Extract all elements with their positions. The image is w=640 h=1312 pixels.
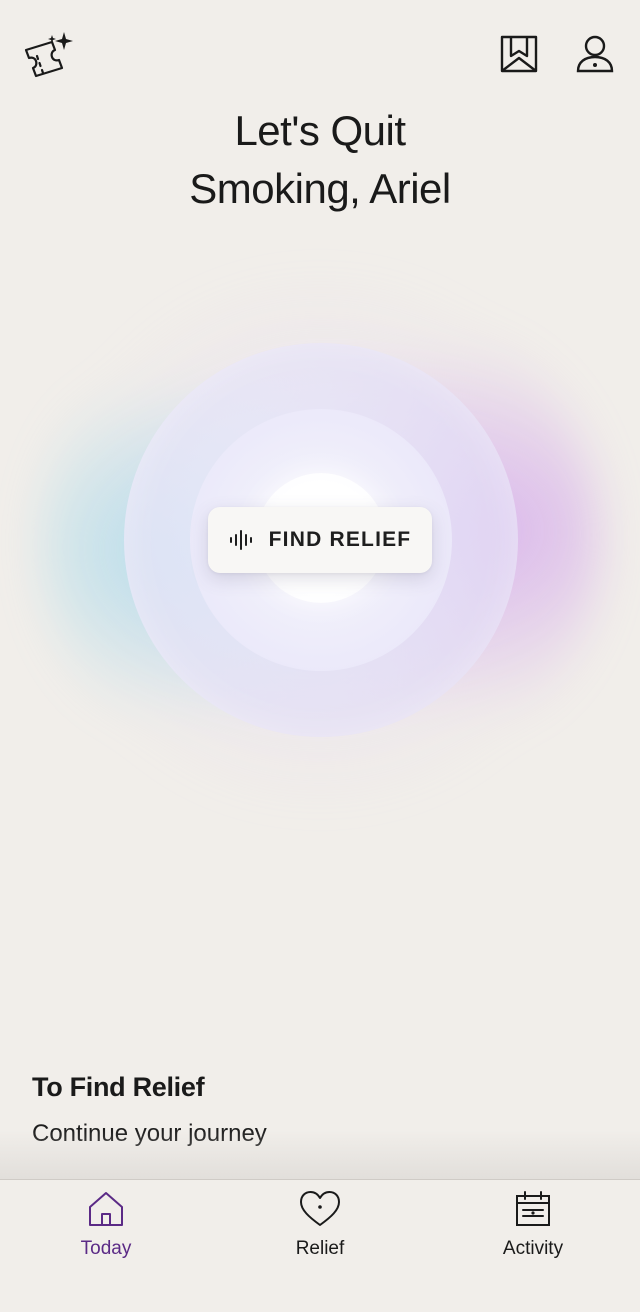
section-title: To Find Relief <box>32 1072 205 1102</box>
greeting-line-1: Let's Quit <box>234 107 406 154</box>
nav-item-relief[interactable]: Relief <box>250 1188 390 1278</box>
greeting-line-2: Smoking, Ariel <box>189 165 451 212</box>
audio-wave-icon <box>229 530 252 550</box>
nav-item-today[interactable]: Today <box>36 1188 176 1278</box>
calendar-icon <box>516 1191 550 1226</box>
today-screen: Let's Quit Smoking, Ariel FIND RELIEF To… <box>0 0 640 1312</box>
find-relief-button[interactable]: FIND RELIEF <box>208 507 432 573</box>
heart-icon <box>300 1191 340 1226</box>
find-relief-label: FIND RELIEF <box>268 528 412 551</box>
nav-label-today: Today <box>80 1238 132 1259</box>
bookmark-icon <box>500 35 538 73</box>
page-title: Let's Quit Smoking, Ariel <box>0 102 640 218</box>
nav-label-activity: Activity <box>502 1238 564 1259</box>
home-icon <box>89 1192 123 1226</box>
profile-button[interactable] <box>567 28 623 80</box>
bottom-nav: Today Relief Activity <box>0 1179 640 1312</box>
section-subtitle: Continue your journey <box>32 1120 267 1147</box>
user-icon <box>576 35 614 73</box>
nav-item-activity[interactable]: Activity <box>463 1188 603 1278</box>
rewards-button[interactable] <box>20 28 76 80</box>
nav-label-relief: Relief <box>295 1238 345 1259</box>
ticket-sparkle-icon <box>24 32 73 78</box>
bookmarks-button[interactable] <box>491 28 547 80</box>
